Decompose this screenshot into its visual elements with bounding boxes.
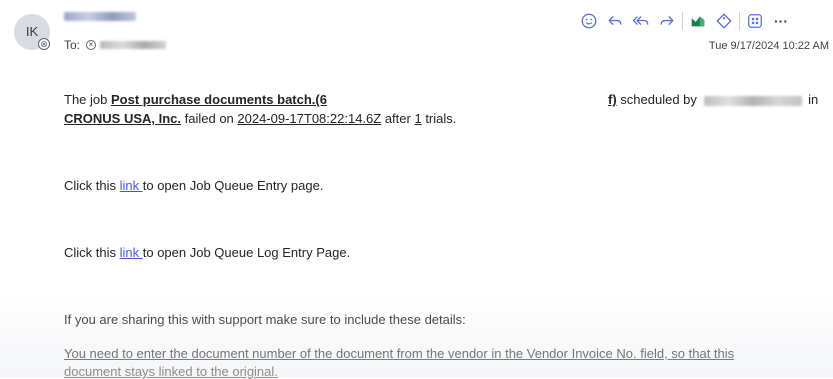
recipient-row: To: ×: [64, 38, 167, 52]
viva-insights-icon[interactable]: [685, 10, 711, 32]
toolbar-divider: [739, 12, 740, 30]
to-label: To:: [64, 38, 81, 52]
reply-all-icon[interactable]: [628, 10, 654, 32]
sender-name-redacted[interactable]: [64, 12, 136, 21]
job-queue-log-link[interactable]: link: [120, 245, 143, 260]
job-queue-entry-line: Click this link to open Job Queue Entry …: [64, 178, 323, 193]
job-name-link-tail[interactable]: f): [608, 92, 617, 107]
presence-status-icon: ⊗: [38, 38, 50, 50]
forward-icon[interactable]: [654, 10, 680, 32]
support-line: If you are sharing this with support mak…: [64, 312, 466, 327]
job-prefix-text: The job: [64, 92, 111, 107]
job-queue-log-text: to open Job Queue Log Entry Page.: [142, 245, 351, 260]
click-prefix-text: Click this: [64, 245, 120, 260]
more-icon[interactable]: ···: [768, 10, 794, 32]
failed-on-text: failed on: [181, 111, 238, 126]
scheduler-name-redacted: [703, 95, 802, 106]
apps-icon[interactable]: [742, 10, 768, 32]
more-label: ···: [774, 13, 788, 29]
in-text: in: [804, 92, 819, 107]
email-header: IK ⊗ To: × ··· Tue 9/17/2024 10:22 AM: [0, 0, 833, 62]
trials-count[interactable]: 1: [414, 111, 421, 126]
sent-timestamp: Tue 9/17/2024 10:22 AM: [708, 40, 829, 52]
click-prefix-text: Click this: [64, 178, 120, 193]
tag-icon[interactable]: [711, 10, 737, 32]
after-text: after: [381, 111, 415, 126]
job-line: The job Post purchase documents batch.(6: [64, 92, 327, 107]
toolbar-divider: [682, 12, 683, 30]
error-detail-line: You need to enter the document number of…: [64, 346, 735, 361]
emoji-icon[interactable]: [576, 10, 602, 32]
job-queue-entry-text: to open Job Queue Entry page.: [142, 178, 324, 193]
trials-text: trials.: [421, 111, 457, 126]
failure-datetime[interactable]: 2024-09-17T08:22:14.6Z: [237, 111, 381, 126]
recipient-name-redacted[interactable]: [100, 41, 167, 49]
recipient-status-icon: ×: [86, 40, 97, 50]
company-link[interactable]: CRONUS USA, Inc.: [64, 111, 181, 126]
error-detail-line: document stays linked to the original.: [64, 364, 278, 379]
scheduled-by-line: f) scheduled by in: [608, 92, 818, 107]
job-queue-entry-link[interactable]: link: [120, 178, 143, 193]
reply-icon[interactable]: [602, 10, 628, 32]
failure-line: CRONUS USA, Inc. failed on 2024-09-17T08…: [64, 111, 456, 126]
job-queue-log-line: Click this link to open Job Queue Log En…: [64, 245, 350, 260]
scheduled-by-text: scheduled by: [616, 92, 701, 107]
job-name-link[interactable]: Post purchase documents batch.(6: [111, 92, 327, 107]
message-toolbar: ···: [576, 10, 794, 32]
